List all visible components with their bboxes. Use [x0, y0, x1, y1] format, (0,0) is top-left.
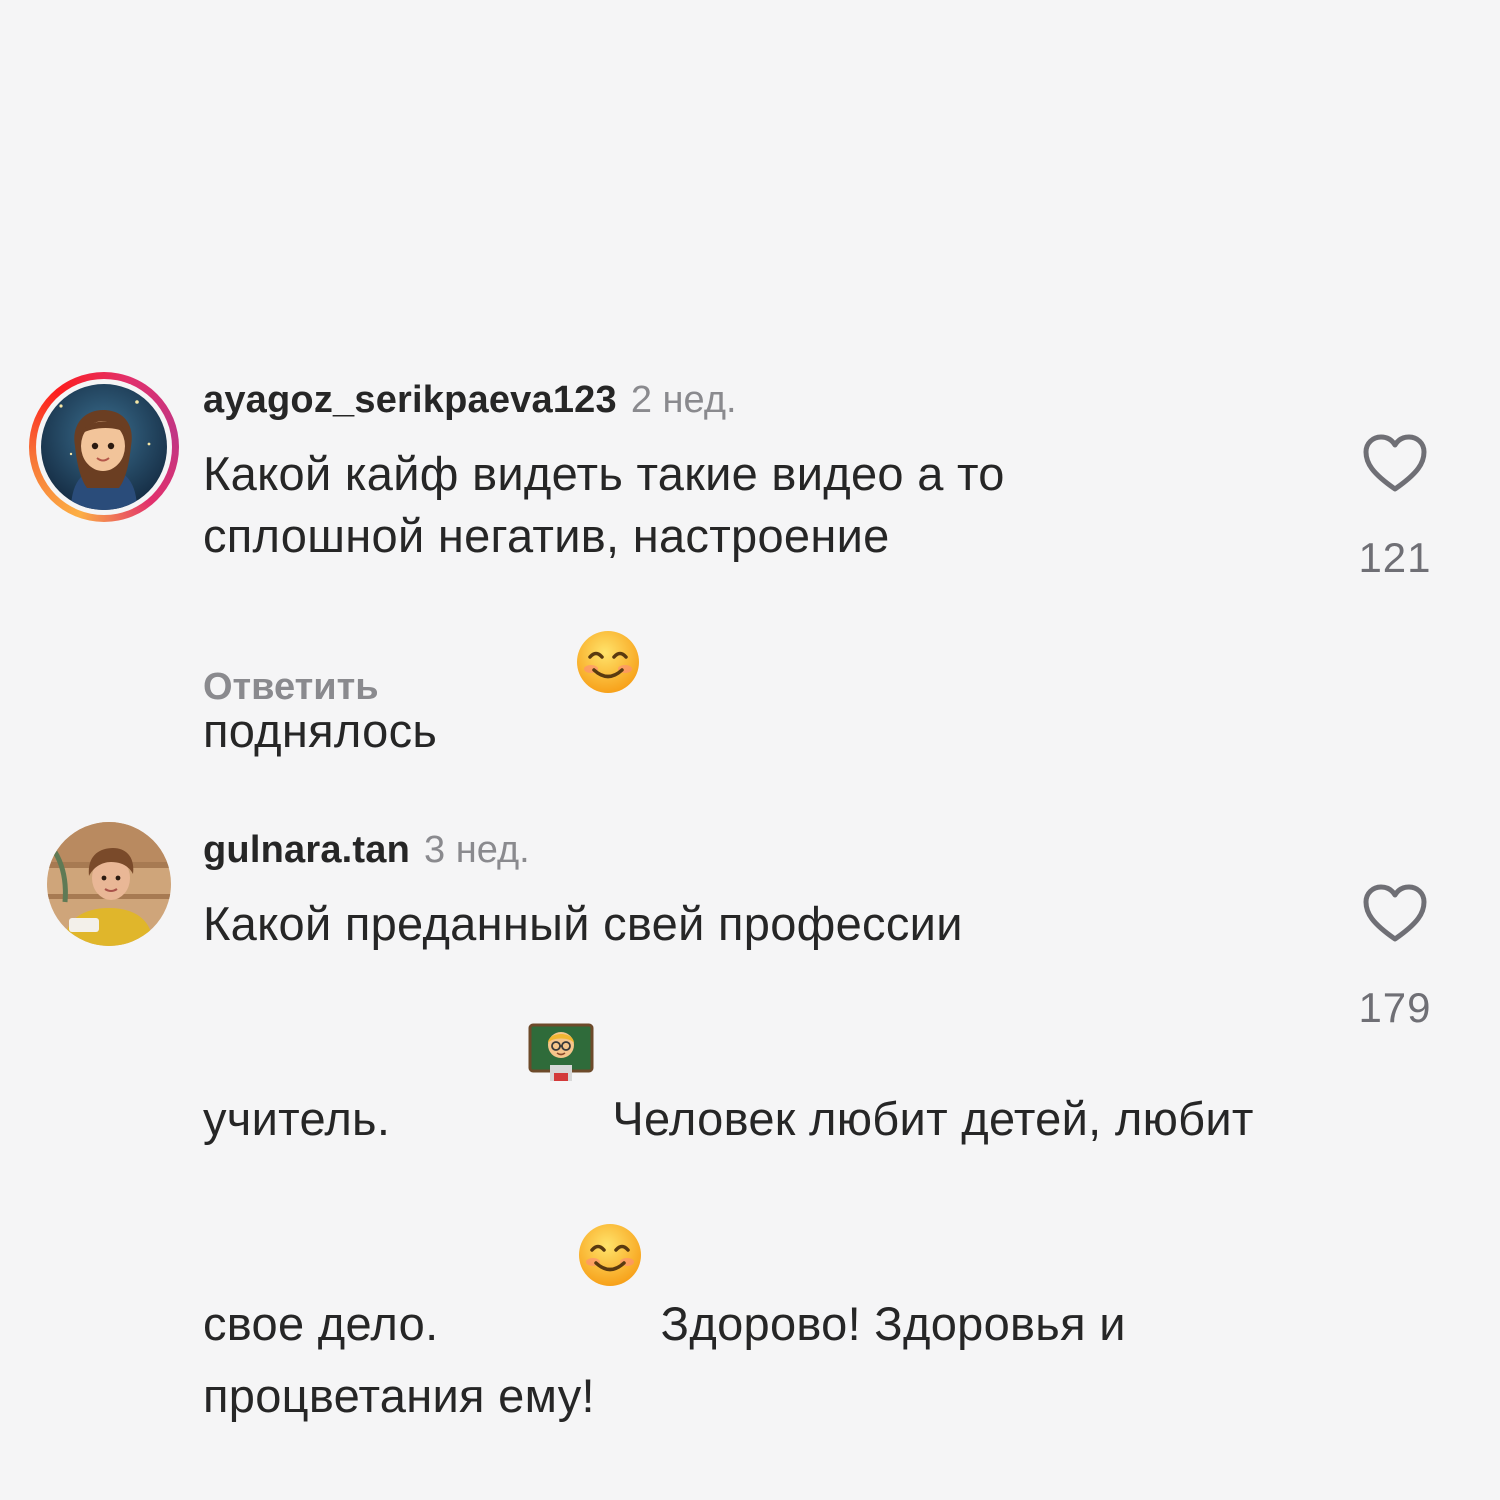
comment-text-line: Человек любит детей, любит	[612, 1092, 1254, 1145]
avatar[interactable]	[41, 384, 167, 510]
avatar-with-story-ring[interactable]	[29, 372, 179, 522]
username[interactable]: gulnara.tan	[203, 829, 410, 871]
heart-outline-icon[interactable]	[1362, 433, 1428, 493]
avatar-wrapper[interactable]	[29, 822, 179, 972]
heart-outline-icon[interactable]	[1362, 883, 1428, 943]
reply-button[interactable]: Ответить	[203, 661, 379, 713]
man-teacher-emoji-icon	[422, 955, 595, 1160]
comment-text-line: сплошной негатив, настроение	[203, 509, 890, 562]
comment-header: ayagoz_serikpaeva123 2 нед.	[203, 374, 737, 426]
comment-text-line: Какой кайф видеть такие видео а то	[203, 447, 1005, 500]
comment-text: Какой кайф видеть такие видео а то сплош…	[203, 443, 1303, 772]
comment-text-line: Здорово! Здоровья и	[660, 1297, 1126, 1350]
username[interactable]: ayagoz_serikpaeva123	[203, 379, 617, 421]
like-count: 121	[1358, 534, 1432, 581]
comment-header: gulnara.tan 3 нед.	[203, 824, 530, 876]
like-count: 179	[1358, 984, 1432, 1031]
comment-text-line: свое дело.	[203, 1297, 439, 1350]
like-control: 179	[1340, 883, 1450, 1033]
comment-text-line: Какой преданный свей профессии	[203, 897, 963, 950]
comment-time: 2 нед.	[630, 379, 737, 421]
smiling-face-emoji-icon	[470, 1160, 643, 1365]
comment-text-line: учитель.	[203, 1092, 391, 1145]
comment-time: 3 нед.	[424, 829, 530, 871]
comment-text: Какой преданный свей профессии учитель. …	[203, 893, 1303, 1427]
comment-text-line: процветания ему!	[203, 1369, 595, 1422]
smiling-face-emoji-icon	[469, 567, 642, 772]
like-control: 121	[1340, 433, 1450, 583]
avatar[interactable]	[47, 822, 171, 946]
